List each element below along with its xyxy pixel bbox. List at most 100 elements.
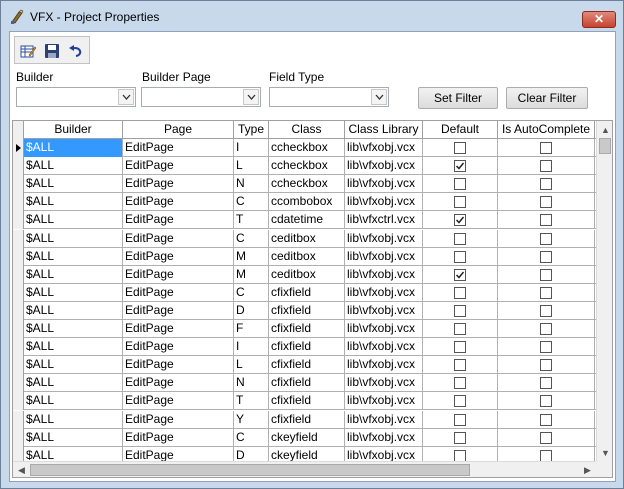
page-cell[interactable]: EditPage [123, 374, 234, 392]
library-cell[interactable]: lib\vfxobj.vcx [345, 139, 423, 157]
autocomplete-checkbox[interactable] [540, 142, 552, 154]
is-autocomplete-column-header[interactable]: Is AutoComplete [498, 121, 595, 139]
row-selector[interactable] [13, 230, 24, 248]
builder-cell[interactable]: $ALL [24, 230, 123, 248]
undo-button[interactable] [66, 41, 86, 61]
table-row[interactable]: $ALL EditPage Mceditbox lib\vfxobj.vcx [13, 248, 596, 266]
clear-filter-button[interactable]: Clear Filter [506, 87, 588, 109]
page-cell[interactable]: EditPage [123, 248, 234, 266]
table-row[interactable]: $ALL EditPage Fcfixfield lib\vfxobj.vcx [13, 320, 596, 338]
page-cell[interactable]: EditPage [123, 157, 234, 175]
autocomplete-checkbox[interactable] [540, 377, 552, 389]
type-cell[interactable]: L [234, 157, 269, 175]
autocomplete-checkbox[interactable] [540, 251, 552, 263]
field-type-combo[interactable] [269, 87, 389, 107]
default-checkbox[interactable] [454, 432, 466, 444]
properties-grid[interactable]: Builder Page Type Class Class Library Default… [12, 120, 613, 478]
scroll-down-icon[interactable]: ▼ [597, 444, 612, 461]
builder-cell[interactable]: $ALL [24, 374, 123, 392]
type-cell[interactable]: T [234, 211, 269, 229]
class-cell[interactable]: ccheckbox [269, 139, 345, 157]
title-bar[interactable]: VFX - Project Properties ✕ [1, 1, 623, 31]
builder-cell[interactable]: $ALL [24, 266, 123, 284]
type-cell[interactable]: C [234, 230, 269, 248]
table-row[interactable]: $ALL EditPage Mceditbox lib\vfxobj.vcx [13, 266, 596, 284]
scroll-right-icon[interactable]: ▶ [579, 462, 596, 477]
class-cell[interactable]: cfixfield [269, 356, 345, 374]
builder-combo[interactable] [16, 87, 136, 107]
autocomplete-checkbox[interactable] [540, 160, 552, 172]
autocomplete-checkbox[interactable] [540, 395, 552, 407]
table-row[interactable]: $ALL EditPage Iccheckbox lib\vfxobj.vcx [13, 139, 596, 157]
class-library-column-header[interactable]: Class Library [345, 121, 423, 139]
default-checkbox[interactable] [454, 341, 466, 353]
row-selector[interactable] [13, 284, 24, 302]
autocomplete-checkbox[interactable] [540, 432, 552, 444]
class-cell[interactable]: ccheckbox [269, 175, 345, 193]
page-cell[interactable]: EditPage [123, 284, 234, 302]
autocomplete-checkbox[interactable] [540, 323, 552, 335]
page-cell[interactable]: EditPage [123, 320, 234, 338]
table-row[interactable]: $ALL EditPage Cceditbox lib\vfxobj.vcx [13, 230, 596, 248]
table-row[interactable]: $ALL EditPage Nccheckbox lib\vfxobj.vcx [13, 175, 596, 193]
default-checkbox[interactable] [454, 395, 466, 407]
builder-cell[interactable]: $ALL [24, 284, 123, 302]
default-checkbox[interactable] [454, 287, 466, 299]
library-cell[interactable]: lib\vfxobj.vcx [345, 175, 423, 193]
library-cell[interactable]: lib\vfxobj.vcx [345, 248, 423, 266]
row-selector[interactable] [13, 411, 24, 429]
page-cell[interactable]: EditPage [123, 211, 234, 229]
table-row[interactable]: $ALL EditPage Tcfixfield lib\vfxobj.vcx [13, 392, 596, 410]
type-cell[interactable]: T [234, 392, 269, 410]
type-cell[interactable]: F [234, 320, 269, 338]
class-cell[interactable]: cfixfield [269, 392, 345, 410]
builder-cell[interactable]: $ALL [24, 338, 123, 356]
row-selector[interactable] [13, 157, 24, 175]
library-cell[interactable]: lib\vfxobj.vcx [345, 266, 423, 284]
default-checkbox[interactable] [454, 214, 466, 226]
table-row[interactable]: $ALL EditPage Icfixfield lib\vfxobj.vcx [13, 338, 596, 356]
autocomplete-checkbox[interactable] [540, 178, 552, 190]
save-button[interactable] [42, 41, 62, 61]
default-checkbox[interactable] [454, 414, 466, 426]
scroll-up-icon[interactable]: ▲ [597, 121, 612, 138]
autocomplete-checkbox[interactable] [540, 214, 552, 226]
type-cell[interactable]: C [234, 284, 269, 302]
page-cell[interactable]: EditPage [123, 392, 234, 410]
table-row[interactable]: $ALL EditPage Tcdatetime lib\vfxctrl.vcx [13, 211, 596, 229]
autocomplete-checkbox[interactable] [540, 233, 552, 245]
builder-cell[interactable]: $ALL [24, 157, 123, 175]
set-filter-button[interactable]: Set Filter [418, 87, 498, 109]
table-row[interactable]: $ALL EditPage Ccfixfield lib\vfxobj.vcx [13, 284, 596, 302]
builder-cell[interactable]: $ALL [24, 320, 123, 338]
table-row[interactable]: $ALL EditPage Cccombobox lib\vfxobj.vcx [13, 193, 596, 211]
class-cell[interactable]: ckeyfield [269, 429, 345, 447]
builder-cell[interactable]: $ALL [24, 411, 123, 429]
autocomplete-checkbox[interactable] [540, 196, 552, 208]
type-cell[interactable]: Y [234, 411, 269, 429]
builder-combo-dropdown[interactable] [118, 89, 134, 105]
builder-cell[interactable]: $ALL [24, 302, 123, 320]
default-checkbox[interactable] [454, 142, 466, 154]
class-cell[interactable]: cfixfield [269, 338, 345, 356]
type-cell[interactable]: M [234, 248, 269, 266]
vertical-scroll-thumb[interactable] [599, 138, 611, 154]
autocomplete-checkbox[interactable] [540, 359, 552, 371]
close-button[interactable]: ✕ [582, 11, 616, 28]
library-cell[interactable]: lib\vfxobj.vcx [345, 284, 423, 302]
row-selector[interactable] [13, 139, 24, 157]
library-cell[interactable]: lib\vfxobj.vcx [345, 338, 423, 356]
class-cell[interactable]: ceditbox [269, 266, 345, 284]
default-checkbox[interactable] [454, 359, 466, 371]
row-selector[interactable] [13, 356, 24, 374]
class-cell[interactable]: cdatetime [269, 211, 345, 229]
autocomplete-checkbox[interactable] [540, 269, 552, 281]
type-cell[interactable]: C [234, 193, 269, 211]
autocomplete-checkbox[interactable] [540, 287, 552, 299]
row-selector[interactable] [13, 211, 24, 229]
row-selector[interactable] [13, 338, 24, 356]
default-checkbox[interactable] [454, 251, 466, 263]
horizontal-scroll-thumb[interactable] [30, 464, 470, 476]
default-checkbox[interactable] [454, 160, 466, 172]
class-cell[interactable]: cfixfield [269, 411, 345, 429]
